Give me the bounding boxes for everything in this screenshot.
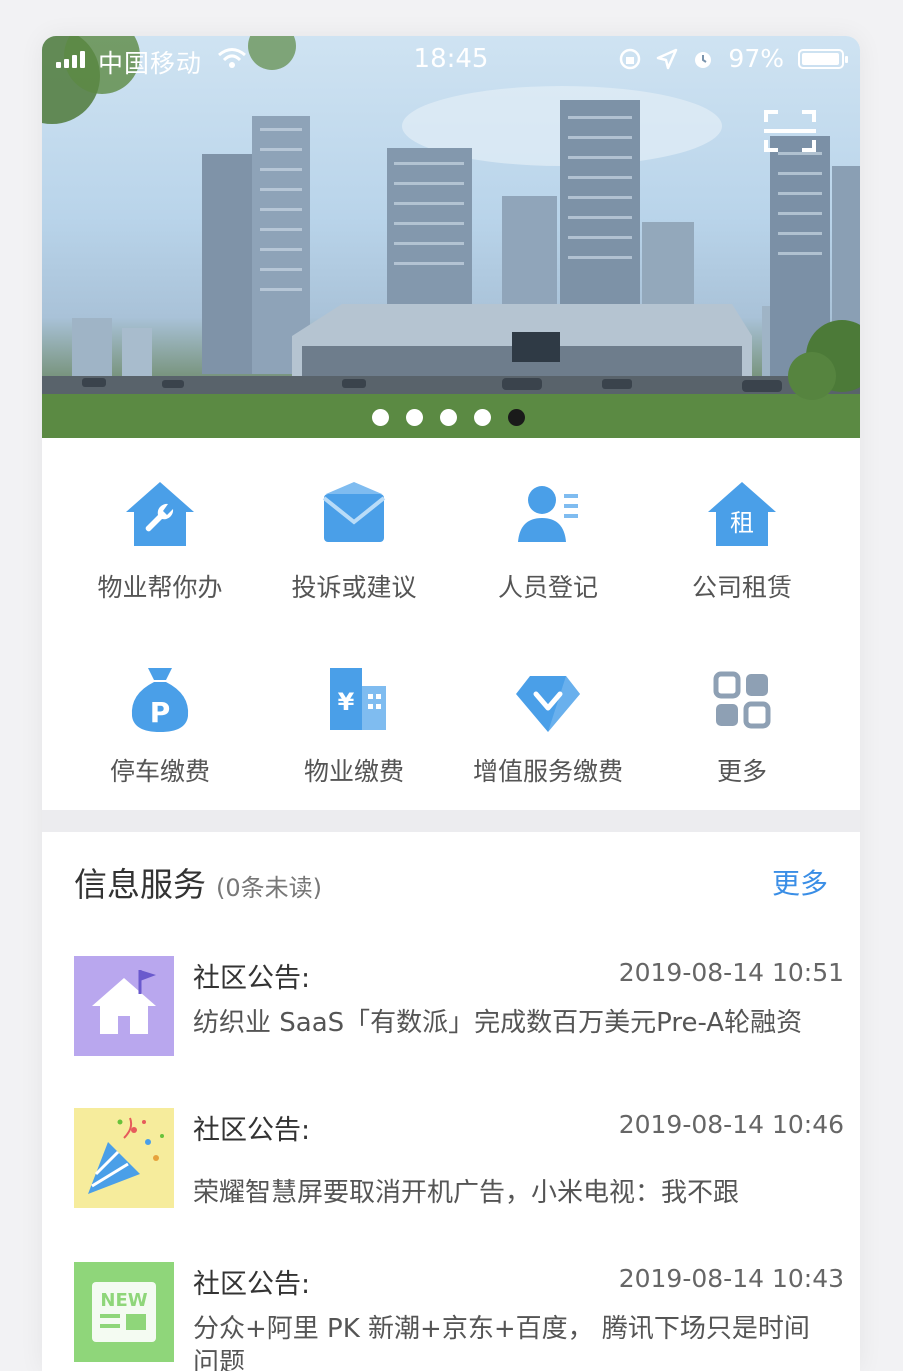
banner-image [42, 36, 860, 438]
service-company-rent[interactable]: 租 公司租赁 [642, 476, 842, 604]
person-list-icon [518, 486, 578, 542]
carousel-dot[interactable] [440, 409, 457, 426]
house-rent-icon: 租 [708, 482, 776, 546]
info-section-header: 信息服务 (0条未读) 更多 [74, 858, 828, 908]
news-title: 纺织业 SaaS「有数派」完成数百万美元Pre-A轮融资 [193, 1008, 803, 1038]
carousel-dot[interactable] [372, 409, 389, 426]
grid-more-icon [713, 671, 771, 729]
house-flag-icon [74, 956, 174, 1056]
service-grid: 物业帮你办 投诉或建议 人员登记 租 公司租赁 P 停车缴费 ¥ 物业缴费 增值… [42, 438, 860, 810]
news-item[interactable]: 社区公告: 2019-08-14 10:46 荣耀智慧屏要取消开机广告，小米电视… [74, 1108, 844, 1228]
carousel-dot[interactable] [406, 409, 423, 426]
news-tag: 社区公告: [193, 1115, 311, 1146]
service-label: 公司租赁 [691, 573, 792, 602]
service-label: 更多 [716, 757, 767, 786]
section-title: 信息服务 [74, 865, 206, 904]
unread-count: (0条未读) [216, 874, 322, 902]
service-parking-fee[interactable]: P 停车缴费 [60, 660, 260, 788]
service-property-help[interactable]: 物业帮你办 [60, 476, 260, 604]
new-badge-icon: NEW [74, 1262, 174, 1362]
service-value-added-fee[interactable]: 增值服务缴费 [448, 660, 648, 788]
phone-screen: 中国移动 18:45 97% 物业帮你办 投诉或建议 人员登记 租 公司租赁 P… [42, 36, 860, 1371]
new-badge-text: NEW [100, 1290, 147, 1311]
parking-bag-icon: P [131, 668, 189, 732]
service-label: 停车缴费 [109, 757, 210, 786]
service-label: 投诉或建议 [291, 573, 417, 602]
more-link[interactable]: 更多 [772, 862, 828, 902]
battery-percent: 97% [728, 44, 784, 73]
news-title: 荣耀智慧屏要取消开机广告，小米电视：我不跟 [193, 1178, 740, 1208]
service-person-register[interactable]: 人员登记 [448, 476, 648, 604]
news-date: 2019-08-14 10:51 [618, 958, 844, 987]
service-complaint[interactable]: 投诉或建议 [254, 476, 454, 604]
yen-glyph: ¥ [338, 688, 355, 716]
section-divider [42, 810, 860, 832]
carousel-dot[interactable] [474, 409, 491, 426]
news-item[interactable]: NEW 社区公告: 2019-08-14 10:43 分众+阿里 PK 新潮+京… [74, 1262, 844, 1371]
rent-glyph: 租 [730, 509, 754, 537]
battery-icon [798, 48, 848, 69]
service-label: 物业帮你办 [97, 573, 223, 602]
scan-icon[interactable] [764, 108, 816, 154]
banner-carousel[interactable]: 中国移动 18:45 97% [42, 36, 860, 438]
service-label: 人员登记 [497, 573, 598, 602]
diamond-check-icon [516, 676, 580, 732]
envelope-icon [322, 482, 386, 542]
status-bar: 中国移动 18:45 97% [42, 36, 860, 84]
news-date: 2019-08-14 10:43 [618, 1264, 844, 1293]
news-tag: 社区公告: [193, 1269, 311, 1300]
location-icon [657, 48, 678, 69]
orientation-lock-icon [620, 48, 641, 69]
party-popper-icon [74, 1108, 174, 1208]
service-property-fee[interactable]: ¥ 物业缴费 [254, 660, 454, 788]
alarm-icon [695, 51, 712, 68]
house-wrench-icon [126, 482, 194, 546]
service-label: 增值服务缴费 [472, 757, 623, 786]
news-tag: 社区公告: [193, 963, 311, 994]
news-item[interactable]: 社区公告: 2019-08-14 10:51 纺织业 SaaS「有数派」完成数百… [74, 956, 844, 1076]
carousel-indicator [372, 409, 525, 426]
news-title: 分众+阿里 PK 新潮+京东+百度， 腾讯下场只是时间问题 [193, 1314, 810, 1371]
building-yen-icon: ¥ [330, 668, 386, 730]
news-date: 2019-08-14 10:46 [618, 1110, 844, 1139]
carousel-dot-active[interactable] [508, 409, 525, 426]
service-label: 物业缴费 [303, 757, 404, 786]
service-more[interactable]: 更多 [642, 660, 842, 788]
parking-glyph: P [150, 696, 171, 729]
